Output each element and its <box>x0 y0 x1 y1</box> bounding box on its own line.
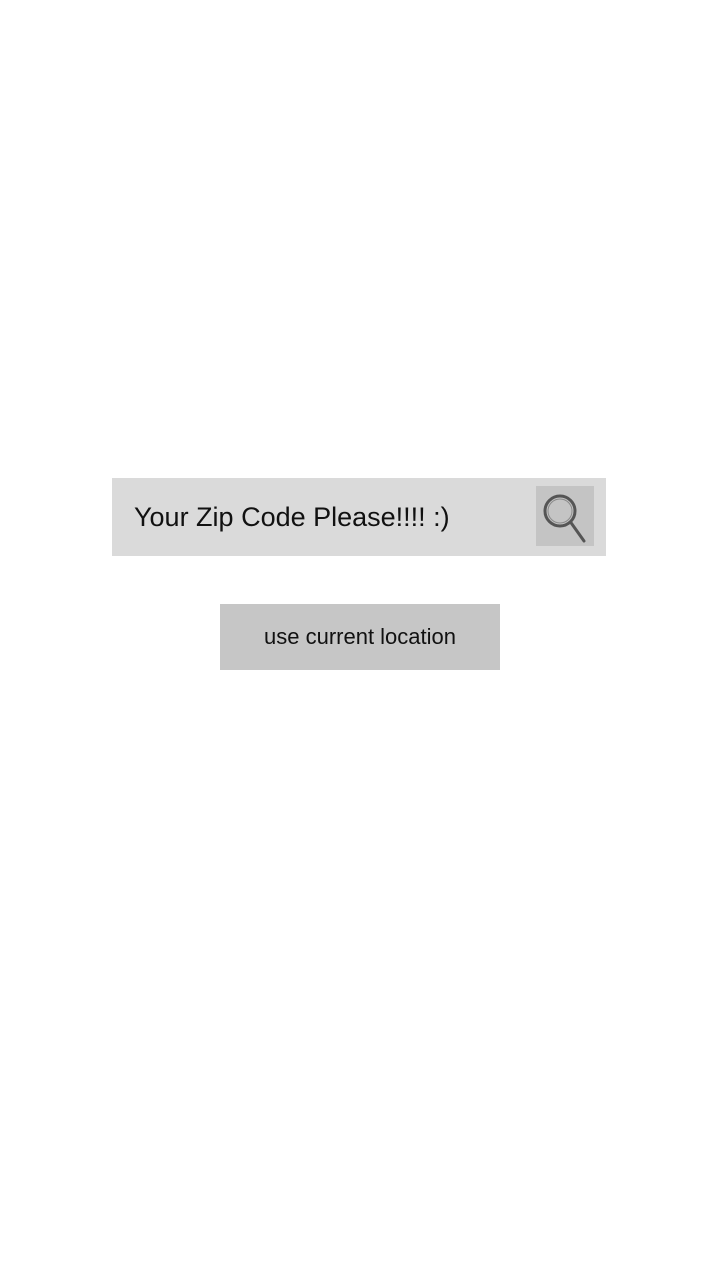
use-current-location-button[interactable]: use current location <box>220 604 500 670</box>
search-bar <box>112 478 606 556</box>
zip-code-input[interactable] <box>112 478 532 556</box>
zip-code-screen: use current location <box>0 0 720 1280</box>
search-icon <box>543 494 586 543</box>
search-button[interactable] <box>536 486 594 546</box>
